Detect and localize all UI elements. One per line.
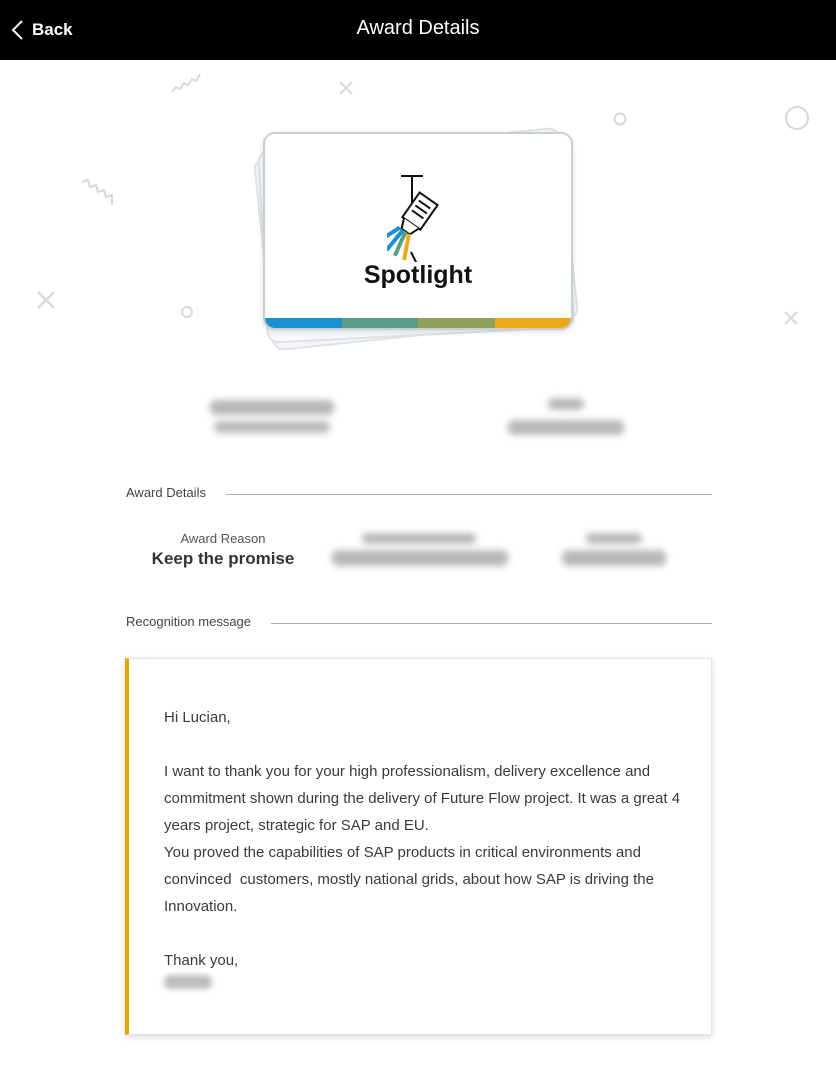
- cross-decoration-icon: [339, 81, 353, 95]
- circle-decoration-icon: [181, 306, 193, 318]
- zigzag-decoration-icon: [81, 178, 113, 205]
- award-reason-value: Keep the promise: [151, 549, 295, 568]
- header-bar: Back Award Details: [0, 0, 836, 60]
- award-card-stack: Spotlight: [240, 100, 600, 360]
- section-divider: [271, 623, 712, 624]
- award-name: Spotlight: [363, 261, 473, 289]
- circle-decoration-icon: [613, 112, 627, 126]
- page-title: Award Details: [356, 17, 480, 39]
- circle-decoration-icon: [785, 106, 809, 130]
- award-color-stripe: [265, 318, 571, 328]
- award-reason-label: Award Reason: [180, 531, 266, 546]
- section-divider: [226, 494, 712, 495]
- recognition-message-text: Hi Lucian, I want to thank you for your …: [164, 709, 681, 969]
- award-card: Spotlight: [263, 132, 573, 330]
- award-details-label: Award Details: [126, 485, 206, 500]
- stripe-segment: [418, 318, 495, 328]
- redacted-signature: [164, 975, 212, 989]
- spotlight-lamp-icon: [376, 172, 467, 267]
- recognition-message-label: Recognition message: [126, 614, 252, 629]
- stripe-segment: [265, 318, 342, 328]
- cross-decoration-icon: [37, 291, 55, 309]
- recognition-message-card: Hi Lucian, I want to thank you for your …: [125, 658, 712, 1035]
- stripe-segment: [341, 318, 418, 328]
- cross-decoration-icon: [784, 311, 798, 325]
- zigzag-decoration-icon: [171, 73, 201, 93]
- stripe-segment: [494, 318, 571, 328]
